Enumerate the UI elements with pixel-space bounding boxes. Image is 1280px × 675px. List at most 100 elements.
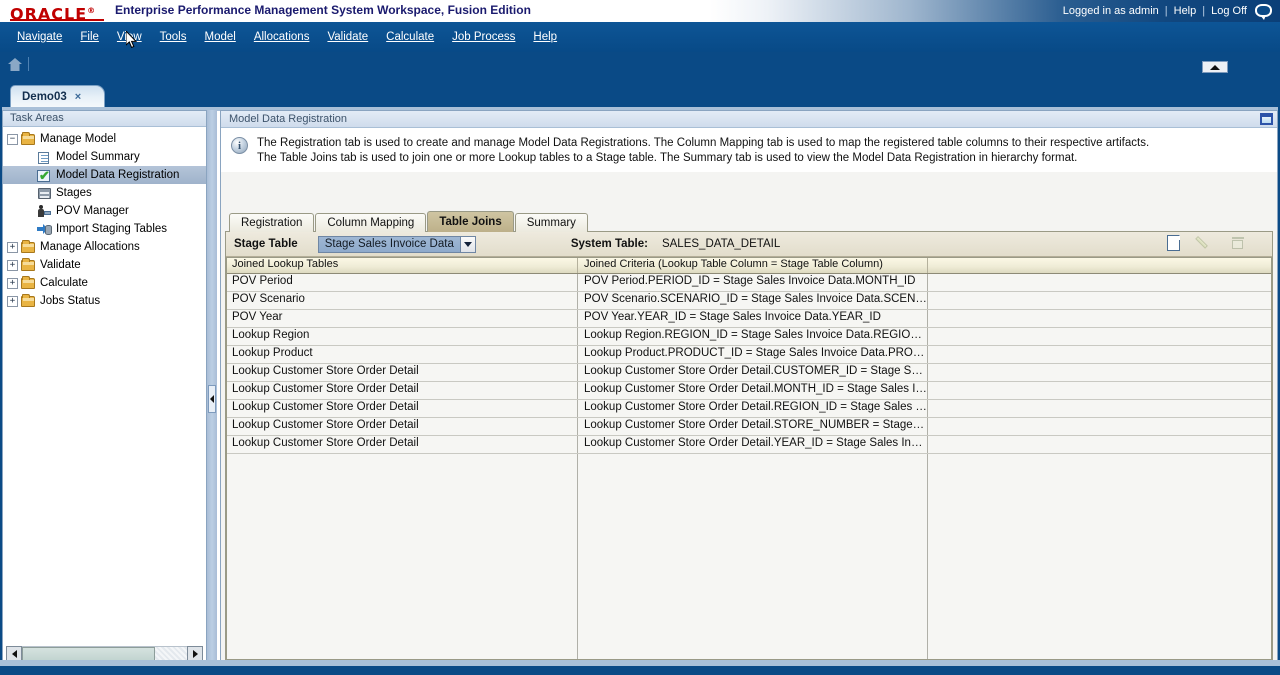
info-line-2: The Table Joins tab is used to join one … (257, 152, 1078, 164)
cell-lookup-table: Lookup Region (226, 328, 578, 345)
table-row[interactable]: Lookup Customer Store Order Detail Looku… (226, 364, 1272, 382)
sidebar-item-validate[interactable]: + Validate (3, 256, 206, 274)
menu-item-view[interactable]: View (108, 29, 151, 45)
cell-extra (928, 328, 1272, 345)
page-title: Model Data Registration (229, 113, 348, 125)
sidebar-item-calculate[interactable]: + Calculate (3, 274, 206, 292)
sidebar-item-label: Validate (40, 259, 81, 271)
log-off-link[interactable]: Log Off (1211, 5, 1247, 17)
help-link[interactable]: Help (1174, 5, 1197, 17)
login-separator-2: | (1202, 4, 1206, 17)
login-area: Logged in as admin | Help | Log Off (1062, 4, 1272, 20)
cell-extra (928, 346, 1272, 363)
menu-item-model-label: Model (204, 31, 236, 43)
menu-item-help[interactable]: Help (524, 29, 566, 45)
tab-summary[interactable]: Summary (514, 213, 588, 232)
document-icon (37, 151, 52, 164)
expander-icon[interactable]: − (7, 133, 18, 145)
table-row[interactable]: Lookup Customer Store Order Detail Looku… (226, 418, 1272, 436)
menu-item-tools[interactable]: Tools (151, 29, 196, 45)
menu-item-job-process-label: Job Process (452, 31, 516, 43)
folder-icon (21, 131, 36, 146)
expander-icon[interactable]: + (7, 241, 18, 253)
table-row[interactable]: POV Period POV Period.PERIOD_ID = Stage … (226, 274, 1272, 292)
system-table-label: System Table: (570, 238, 648, 250)
cell-joined-criteria: Lookup Customer Store Order Detail.REGIO… (578, 400, 928, 417)
menu-item-file[interactable]: File (71, 29, 108, 45)
new-icon[interactable] (1167, 235, 1180, 251)
document-tab-strip: Demo03 × (0, 85, 1280, 107)
menu-item-job-process[interactable]: Job Process (443, 29, 524, 45)
grid-empty-area (226, 454, 1272, 659)
menu-item-view-label: View (116, 31, 142, 43)
menu-item-allocations-label: Allocations (253, 31, 310, 43)
table-row[interactable]: Lookup Product Lookup Product.PRODUCT_ID… (226, 346, 1272, 364)
grid-header-blank[interactable] (928, 257, 1272, 273)
cell-extra (928, 364, 1272, 381)
sidebar-item-label: Manage Model (40, 133, 117, 145)
sidebar-item-model-summary[interactable]: Model Summary (3, 148, 206, 166)
collapse-toolbar-button[interactable] (1202, 61, 1228, 73)
home-icon[interactable] (8, 58, 22, 71)
tab-label: Column Mapping (327, 217, 415, 229)
app-title: Enterprise Performance Management System… (115, 3, 531, 17)
close-icon[interactable]: × (75, 91, 81, 103)
sidebar-item-manage-allocations[interactable]: + Manage Allocations (3, 238, 206, 256)
menu-item-model[interactable]: Model (196, 29, 245, 45)
menu-item-navigate[interactable]: Navigate (8, 29, 71, 45)
menu-item-allocations[interactable]: Allocations (245, 29, 319, 45)
sidebar-item-model-data-registration[interactable]: Model Data Registration (3, 166, 206, 184)
stage-table-label: Stage Table (234, 238, 298, 250)
expander-icon[interactable]: + (7, 277, 18, 289)
sidebar-item-import-staging-tables[interactable]: Import Staging Tables (3, 220, 206, 238)
sidebar-item-manage-model[interactable]: − Manage Model (3, 130, 206, 148)
cell-lookup-table: Lookup Customer Store Order Detail (226, 400, 578, 417)
table-row[interactable]: Lookup Customer Store Order Detail Looku… (226, 382, 1272, 400)
menu-item-validate-label: Validate (327, 31, 369, 43)
toolbar-bar (0, 52, 1280, 85)
menu-item-calculate[interactable]: Calculate (377, 29, 443, 45)
sidebar-item-label: Import Staging Tables (56, 223, 168, 235)
cell-lookup-table: Lookup Customer Store Order Detail (226, 436, 578, 453)
system-table-value: SALES_DATA_DETAIL (661, 238, 781, 250)
cell-lookup-table: Lookup Customer Store Order Detail (226, 364, 578, 381)
grid-body: POV Period POV Period.PERIOD_ID = Stage … (226, 274, 1272, 659)
expander-icon[interactable]: + (7, 295, 18, 307)
task-areas-header: Task Areas (3, 111, 206, 127)
tab-table-joins[interactable]: Table Joins (427, 211, 514, 232)
table-row[interactable]: Lookup Customer Store Order Detail Looku… (226, 400, 1272, 418)
grid-header-joined-lookup-tables[interactable]: Joined Lookup Tables (226, 257, 578, 273)
splitter-collapse-button[interactable] (208, 385, 216, 413)
content-panel-header: Model Data Registration (221, 111, 1277, 128)
content-panel: Model Data Registration i The Registrati… (220, 110, 1278, 666)
chevron-left-icon (11, 650, 17, 658)
sidebar-item-stages[interactable]: Stages (3, 184, 206, 202)
tab-registration[interactable]: Registration (229, 213, 315, 232)
window-bottom-band (0, 666, 1280, 675)
sidebar-item-jobs-status[interactable]: + Jobs Status (3, 292, 206, 310)
chevron-down-icon[interactable] (459, 236, 475, 252)
expander-icon[interactable]: + (7, 259, 18, 271)
grid-empty-col-2 (578, 454, 928, 659)
sidebar-item-label: Model Summary (56, 151, 140, 163)
grid-header-row: Joined Lookup Tables Joined Criteria (Lo… (226, 257, 1272, 274)
table-row[interactable]: Lookup Region Lookup Region.REGION_ID = … (226, 328, 1272, 346)
stages-icon (37, 187, 52, 200)
panel-splitter[interactable] (207, 110, 217, 666)
stage-table-select[interactable]: Stage Sales Invoice Data (317, 235, 476, 253)
restore-window-icon[interactable] (1260, 113, 1273, 125)
cell-extra (928, 400, 1272, 417)
tab-column-mapping[interactable]: Column Mapping (315, 213, 427, 232)
chat-bubble-icon[interactable] (1255, 4, 1272, 20)
menu-item-validate[interactable]: Validate (318, 29, 377, 45)
logged-in-label: Logged in as admin (1062, 4, 1159, 17)
table-row[interactable]: POV Year POV Year.YEAR_ID = Stage Sales … (226, 310, 1272, 328)
menu-item-help-label: Help (533, 31, 558, 43)
table-row[interactable]: POV Scenario POV Scenario.SCENARIO_ID = … (226, 292, 1272, 310)
grid-header-joined-criteria[interactable]: Joined Criteria (Lookup Table Column = S… (578, 257, 928, 273)
document-tab-demo03[interactable]: Demo03 × (10, 85, 105, 107)
delete-icon (1230, 236, 1246, 251)
sidebar-item-pov-manager[interactable]: POV Manager (3, 202, 206, 220)
cell-lookup-table: Lookup Customer Store Order Detail (226, 382, 578, 399)
table-row[interactable]: Lookup Customer Store Order Detail Looku… (226, 436, 1272, 454)
